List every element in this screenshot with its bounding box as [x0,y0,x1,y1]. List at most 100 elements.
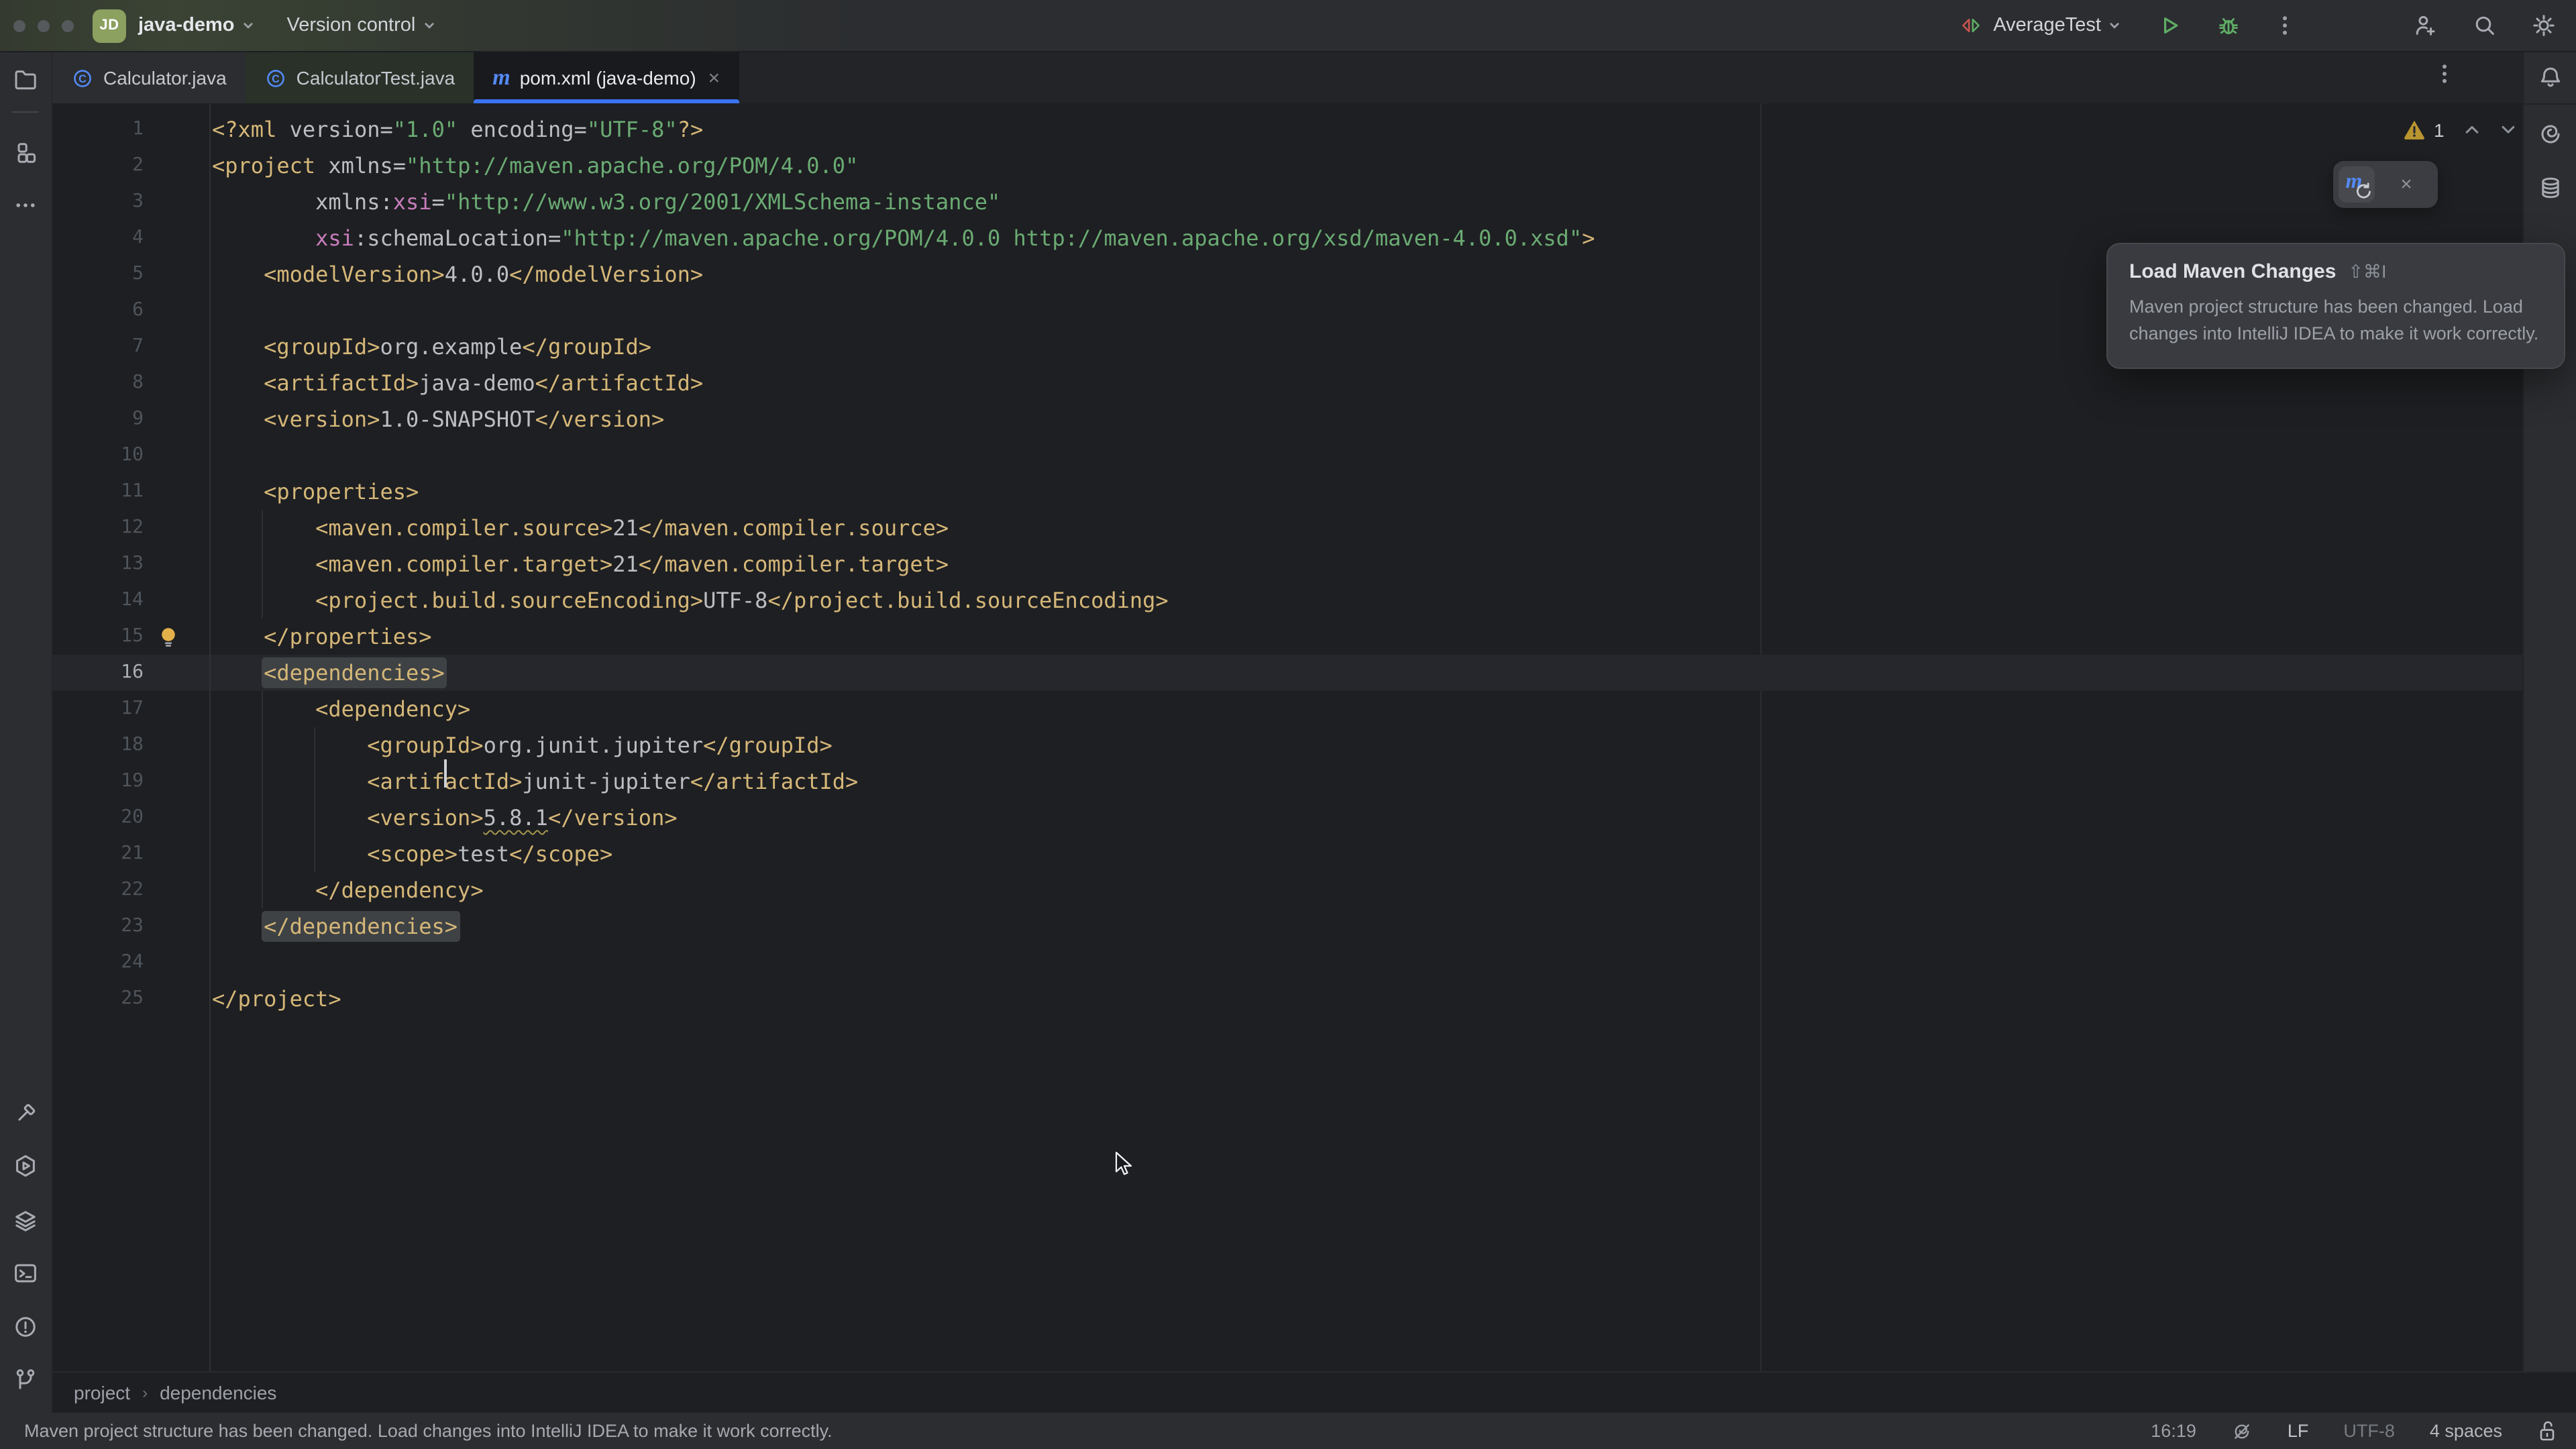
line-number[interactable]: 10 [52,437,144,474]
window-controls[interactable] [13,19,74,32]
chevron-up-icon[interactable] [2462,119,2482,140]
build-hammer-icon[interactable] [12,1100,39,1127]
folder-icon[interactable] [12,66,39,93]
code-text: <modelVersion>4.0.0</modelVersion> [212,256,703,292]
line-number[interactable]: 12 [52,510,144,546]
unlocked-icon[interactable] [2537,1420,2557,1442]
chevron-down-icon[interactable] [2498,119,2518,140]
code-line[interactable]: 2 <project xmlns="http://maven.apache.org… [52,148,2522,184]
line-number[interactable]: 8 [52,365,144,401]
line-number[interactable]: 22 [52,872,144,908]
line-number[interactable]: 1 [52,111,144,148]
line-number[interactable]: 13 [52,546,144,582]
file-encoding[interactable]: UTF-8 [2343,1421,2395,1441]
line-number[interactable]: 11 [52,474,144,510]
line-number[interactable]: 6 [52,292,144,329]
line-number[interactable]: 9 [52,401,144,437]
indent-setting[interactable]: 4 spaces [2430,1421,2502,1441]
breadcrumb-item-dependencies[interactable]: dependencies [160,1382,276,1403]
ai-assistant-icon[interactable] [2537,121,2564,148]
code-line[interactable]: 17 <dependency> [52,691,2522,727]
bell-icon[interactable] [2537,64,2564,91]
add-user-icon[interactable] [2411,12,2438,39]
code-line[interactable]: 10 [52,437,2522,474]
line-number[interactable]: 17 [52,691,144,727]
git-branch-icon[interactable] [12,1366,39,1393]
kebab-icon[interactable] [2274,13,2296,38]
version-control-menu[interactable]: Version control [286,15,415,36]
problems-icon[interactable] [12,1313,39,1340]
line-number[interactable]: 25 [52,981,144,1017]
gutter-cell [144,437,212,474]
code-line[interactable]: 16 <dependencies> [52,655,2522,691]
line-separator[interactable]: LF [2288,1421,2309,1441]
line-number[interactable]: 20 [52,800,144,836]
line-number[interactable]: 14 [52,582,144,619]
code-line[interactable]: 14 <project.build.sourceEncoding>UTF-8</… [52,582,2522,619]
line-number[interactable]: 23 [52,908,144,945]
structure-icon[interactable] [12,140,39,166]
code-line[interactable]: 9 <version>1.0-SNAPSHOT</version> [52,401,2522,437]
code-line[interactable]: 18 <groupId>org.junit.jupiter</groupId> [52,727,2522,763]
code-line[interactable]: 13 <maven.compiler.target>21</maven.comp… [52,546,2522,582]
line-number[interactable]: 4 [52,220,144,256]
play-icon[interactable] [2156,12,2183,39]
zoom-window-button[interactable] [62,19,74,32]
line-number[interactable]: 7 [52,329,144,365]
code-line[interactable]: 19 <artifactId>junit-jupiter</artifactId… [52,763,2522,800]
line-number[interactable]: 21 [52,836,144,872]
load-maven-changes-button[interactable]: m [2339,166,2375,203]
code-text: <project xmlns="http://maven.apache.org/… [212,148,858,184]
database-icon[interactable] [2537,174,2564,201]
code-line[interactable]: 11 <properties> [52,474,2522,510]
line-number[interactable]: 2 [52,148,144,184]
line-number[interactable]: 19 [52,763,144,800]
close-window-button[interactable] [13,19,25,32]
code-line[interactable]: 21 <scope>test</scope> [52,836,2522,872]
lightbulb-icon[interactable] [157,625,180,648]
tab-pom-xml[interactable]: m pom.xml (java-demo) × [474,52,739,103]
line-number[interactable]: 5 [52,256,144,292]
minimize-window-button[interactable] [38,19,50,32]
caret-position[interactable]: 16:19 [2151,1421,2196,1441]
gutter-cell [144,474,212,510]
code-line[interactable]: 24 [52,945,2522,981]
inspections-widget[interactable]: 1 [2402,117,2518,142]
gear-icon[interactable] [2530,12,2557,39]
search-icon[interactable] [2471,12,2498,39]
project-name-menu[interactable]: java-demo [138,15,234,36]
code-line[interactable]: 12 <maven.compiler.source>21</maven.comp… [52,510,2522,546]
run-configuration-select[interactable]: AverageTest [1993,15,2101,36]
gutter-cell [144,582,212,619]
line-number[interactable]: 15 [52,619,144,655]
code-line[interactable]: 22 </dependency> [52,872,2522,908]
tab-calculator-java[interactable]: C Calculator.java [52,52,246,103]
chevron-down-icon[interactable] [2108,19,2121,32]
terminal-icon[interactable] [12,1260,39,1287]
code-line[interactable]: 25</project> [52,981,2522,1017]
ai-off-icon[interactable] [2231,1420,2253,1442]
line-number[interactable]: 24 [52,945,144,981]
close-icon[interactable]: × [708,68,720,88]
code-line[interactable]: 1<?xml version="1.0" encoding="UTF-8"?> [52,111,2522,148]
load-maven-changes-tooltip[interactable]: Load Maven Changes⇧⌘I Maven project stru… [2106,243,2565,369]
line-number[interactable]: 16 [52,655,144,691]
line-number[interactable]: 18 [52,727,144,763]
tab-calculatortest-java[interactable]: C CalculatorTest.java [246,52,474,103]
gutter-cell [144,111,212,148]
layers-icon[interactable] [12,1208,39,1234]
more-tools-icon[interactable] [12,192,39,219]
kebab-icon[interactable] [2434,62,2455,86]
debug-icon[interactable] [2215,12,2242,39]
code-line[interactable]: 23 </dependencies> [52,908,2522,945]
line-number[interactable]: 3 [52,184,144,220]
close-icon[interactable]: × [2375,173,2438,196]
code-line[interactable]: 3 xmlns:xsi="http://www.w3.org/2001/XMLS… [52,184,2522,220]
code-line[interactable]: 20 <version>5.8.1</version> [52,800,2522,836]
code-line[interactable]: 8 <artifactId>java-demo</artifactId> [52,365,2522,401]
services-icon[interactable] [12,1152,39,1179]
code-line[interactable]: 15 </properties> [52,619,2522,655]
status-message[interactable]: Maven project structure has been changed… [24,1421,833,1441]
rail-divider [12,111,39,113]
breadcrumb-item-project[interactable]: project [74,1382,130,1403]
